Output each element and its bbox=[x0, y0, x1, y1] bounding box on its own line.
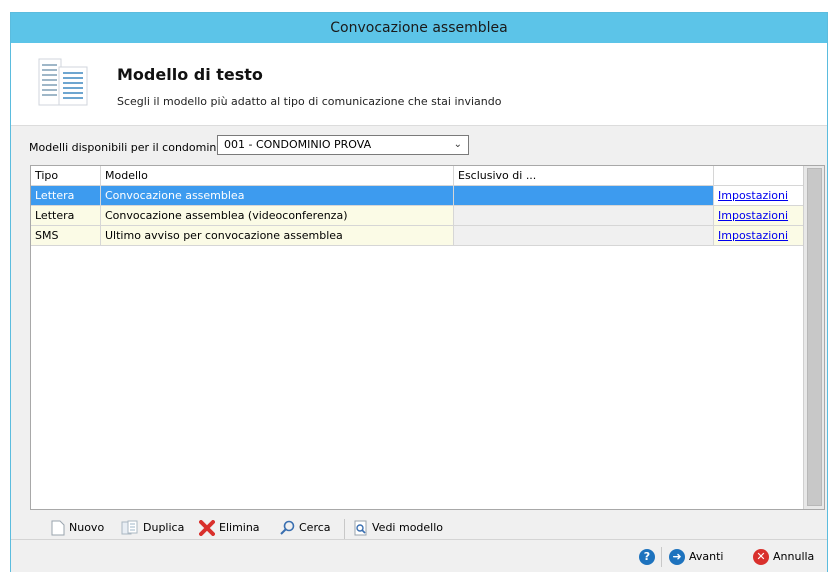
cell-modello: Convocazione assemblea (videoconferenza) bbox=[101, 206, 454, 225]
delete-button[interactable]: Elimina bbox=[199, 519, 260, 537]
cell-esclusivo bbox=[454, 226, 714, 245]
cell-tipo: Lettera bbox=[31, 206, 101, 225]
next-button-label: Avanti bbox=[689, 550, 724, 563]
page-title: Modello di testo bbox=[117, 65, 263, 84]
condominio-filter-label: Modelli disponibili per il condominio bbox=[29, 141, 227, 154]
column-header-esclusivo[interactable]: Esclusivo di ... bbox=[454, 166, 714, 185]
cancel-x-icon: ✕ bbox=[753, 549, 769, 565]
duplicate-button-label: Duplica bbox=[143, 521, 185, 534]
scrollbar-thumb[interactable] bbox=[807, 168, 822, 506]
column-header-tipo[interactable]: Tipo bbox=[31, 166, 101, 185]
impostazioni-link[interactable]: Impostazioni bbox=[714, 226, 804, 245]
dialog-header: Modello di testo Scegli il modello più a… bbox=[11, 43, 827, 126]
toolbar-divider bbox=[344, 519, 345, 539]
help-icon: ? bbox=[639, 549, 655, 565]
help-button[interactable]: ? bbox=[639, 548, 655, 566]
table-row[interactable]: Lettera Convocazione assemblea Impostazi… bbox=[31, 186, 804, 206]
cell-tipo: SMS bbox=[31, 226, 101, 245]
page-subtitle: Scegli il modello più adatto al tipo di … bbox=[117, 95, 502, 108]
search-icon bbox=[280, 520, 295, 535]
next-button[interactable]: ➜ Avanti bbox=[669, 548, 723, 566]
new-document-icon bbox=[51, 520, 65, 536]
chevron-down-icon[interactable]: ⌄ bbox=[454, 136, 462, 154]
table-row[interactable]: Lettera Convocazione assemblea (videocon… bbox=[31, 206, 804, 226]
impostazioni-link[interactable]: Impostazioni bbox=[714, 206, 804, 225]
table-toolbar: Nuovo Duplica Elimina Cerca Vedi modello bbox=[29, 513, 827, 541]
condominio-select[interactable]: 001 - CONDOMINIO PROVA ⌄ bbox=[217, 135, 469, 155]
view-model-button-label: Vedi modello bbox=[372, 521, 444, 534]
column-header-actions bbox=[714, 166, 804, 185]
table-row[interactable]: SMS Ultimo avviso per convocazione assem… bbox=[31, 226, 804, 246]
delete-x-icon bbox=[199, 520, 215, 536]
cancel-button[interactable]: ✕ Annulla bbox=[753, 548, 814, 566]
footer-divider bbox=[661, 547, 662, 567]
window-title: Convocazione assemblea bbox=[11, 13, 827, 43]
vertical-scrollbar[interactable] bbox=[803, 166, 824, 509]
column-header-modello[interactable]: Modello bbox=[101, 166, 454, 185]
cancel-button-label: Annulla bbox=[773, 550, 815, 563]
arrow-right-icon: ➜ bbox=[669, 549, 685, 565]
view-model-button[interactable]: Vedi modello bbox=[354, 519, 443, 537]
cell-modello: Ultimo avviso per convocazione assemblea bbox=[101, 226, 454, 245]
cell-esclusivo bbox=[454, 186, 714, 205]
cell-modello: Convocazione assemblea bbox=[101, 186, 454, 205]
preview-icon bbox=[354, 520, 367, 536]
delete-button-label: Elimina bbox=[219, 521, 260, 534]
condominio-select-value: 001 - CONDOMINIO PROVA bbox=[224, 138, 372, 151]
new-button[interactable]: Nuovo bbox=[51, 519, 104, 537]
cell-esclusivo bbox=[454, 206, 714, 225]
search-button-label: Cerca bbox=[299, 521, 331, 534]
cell-tipo: Lettera bbox=[31, 186, 101, 205]
new-button-label: Nuovo bbox=[69, 521, 105, 534]
impostazioni-link[interactable]: Impostazioni bbox=[714, 186, 804, 205]
search-button[interactable]: Cerca bbox=[279, 519, 331, 537]
duplicate-button[interactable]: Duplica bbox=[121, 519, 184, 537]
table-header: Tipo Modello Esclusivo di ... bbox=[31, 166, 804, 186]
dialog-footer: ? ➜ Avanti ✕ Annulla bbox=[11, 539, 827, 574]
duplicate-icon bbox=[121, 520, 138, 535]
document-icon bbox=[38, 58, 88, 106]
models-table: Tipo Modello Esclusivo di ... Lettera Co… bbox=[30, 165, 825, 510]
dialog-window: Convocazione assemblea Modello di testo … bbox=[10, 12, 828, 572]
